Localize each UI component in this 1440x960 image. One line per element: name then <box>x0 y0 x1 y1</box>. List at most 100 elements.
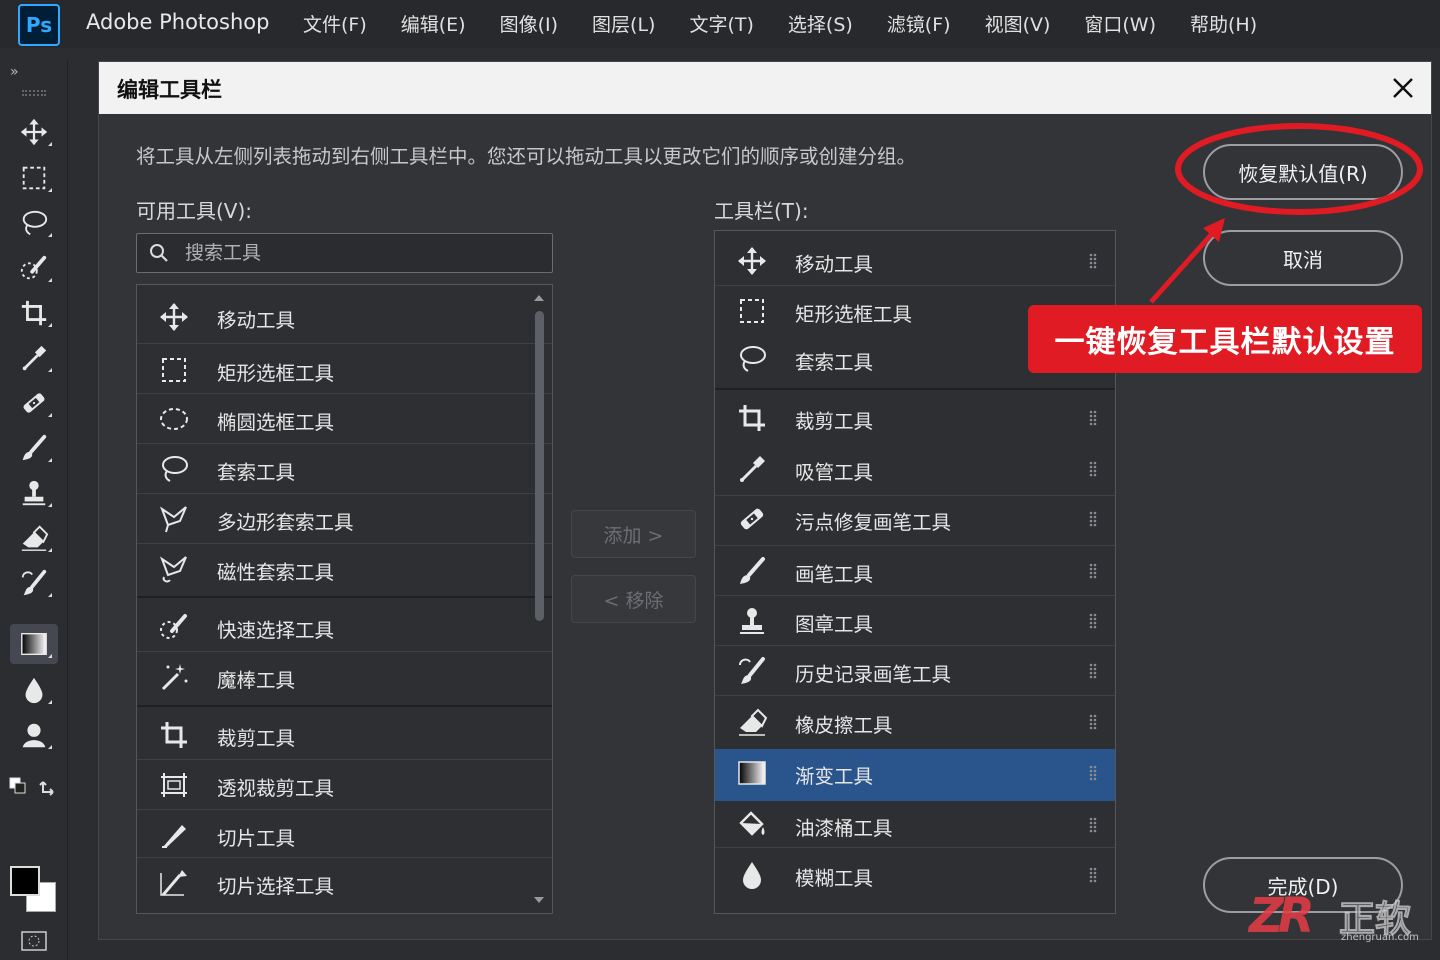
toolbar-tool-healing-brush-icon[interactable] <box>10 383 58 423</box>
ellipse-marquee-icon <box>157 402 191 436</box>
menu-file[interactable]: 文件(F) <box>303 10 367 37</box>
drag-handle-icon[interactable] <box>1089 817 1097 833</box>
add-button[interactable]: 添加 > <box>571 510 696 558</box>
tool-row[interactable]: 套索工具 <box>137 445 552 493</box>
menu-view[interactable]: 视图(V) <box>985 10 1051 37</box>
tool-label: 移动工具 <box>795 253 874 276</box>
tool-row[interactable]: 磁性套索工具 <box>137 545 552 593</box>
history-brush-icon <box>735 654 769 688</box>
tool-label: 吸管工具 <box>795 461 874 484</box>
tool-row[interactable]: 污点修复画笔工具 <box>715 495 1115 543</box>
quick-select-icon <box>20 255 47 280</box>
tool-row[interactable]: 切片工具 <box>137 811 552 859</box>
swap-colors-icon[interactable] <box>38 776 60 798</box>
tool-row[interactable]: 油漆桶工具 <box>715 801 1115 849</box>
menu-edit[interactable]: 编辑(E) <box>401 10 466 37</box>
tool-row[interactable]: 移动工具 <box>715 237 1115 285</box>
drag-handle-icon[interactable] <box>1089 714 1097 730</box>
tool-label: 图章工具 <box>795 613 874 636</box>
scrollbar[interactable] <box>532 293 546 908</box>
row-divider <box>137 393 552 394</box>
photoshop-logo: Ps <box>18 4 60 46</box>
row-divider <box>715 695 1115 696</box>
crop-icon <box>735 401 769 435</box>
toolbar-tool-stamp-icon[interactable] <box>10 473 58 513</box>
tool-row[interactable]: 裁剪工具 <box>715 394 1115 442</box>
available-tools-list[interactable]: 移动工具矩形选框工具 椭圆选框工具套索工具多边形套索工具磁性套索工具快速选择工具魔… <box>136 284 553 914</box>
tool-label: 磁性套索工具 <box>217 561 335 584</box>
menu-image[interactable]: 图像(I) <box>500 10 558 37</box>
scroll-down-arrow-icon[interactable] <box>534 897 544 903</box>
tool-label: 移动工具 <box>217 309 296 332</box>
search-field[interactable] <box>136 233 553 273</box>
tool-row[interactable]: 模糊工具 <box>715 851 1115 899</box>
tool-row[interactable]: 图章工具 <box>715 597 1115 645</box>
toolbar-tool-rect-marquee-icon[interactable] <box>10 158 58 198</box>
menu-filter[interactable]: 滤镜(F) <box>887 10 951 37</box>
tool-row[interactable]: 快速选择工具 <box>137 603 552 651</box>
toolbar-tool-history-brush-icon[interactable] <box>10 563 58 603</box>
toolbar-tool-lasso-icon[interactable] <box>10 203 58 243</box>
scrollbar-thumb[interactable] <box>535 311 544 621</box>
toolbar-tool-quick-select-icon[interactable] <box>10 248 58 288</box>
menu-type[interactable]: 文字(T) <box>689 10 753 37</box>
toolbar-tool-move-icon[interactable] <box>10 112 58 152</box>
toolbar-tool-crop-icon[interactable] <box>10 293 58 333</box>
drag-handle-icon[interactable] <box>1089 410 1097 426</box>
remove-button[interactable]: < 移除 <box>571 575 696 623</box>
tool-label: 模糊工具 <box>795 867 874 890</box>
tool-row[interactable]: 矩形选框工具 <box>137 346 552 394</box>
tool-row[interactable]: 画笔工具 <box>715 547 1115 595</box>
menu-window[interactable]: 窗口(W) <box>1084 10 1156 37</box>
toolbar-tool-dodge-icon[interactable] <box>10 715 58 755</box>
eraser-icon <box>21 525 49 551</box>
drag-handle-icon[interactable] <box>1089 511 1097 527</box>
dialog-description: 将工具从左侧列表拖动到右侧工具栏中。您还可以拖动工具以更改它们的顺序或创建分组。 <box>136 145 917 168</box>
tool-row[interactable]: 历史记录画笔工具 <box>715 647 1115 695</box>
drag-handle-icon[interactable] <box>1089 461 1097 477</box>
close-icon[interactable] <box>1389 74 1417 102</box>
tool-row[interactable]: 裁剪工具 <box>137 711 552 759</box>
tool-row[interactable]: 渐变工具 <box>715 749 1115 801</box>
tool-row[interactable]: 移动工具 <box>137 293 552 341</box>
default-colors-icon[interactable] <box>8 776 30 798</box>
toolbar-tool-brush-icon[interactable] <box>10 428 58 468</box>
drag-handle-icon[interactable] <box>1089 613 1097 629</box>
tool-row[interactable]: 切片选择工具 <box>137 859 552 907</box>
toolbar-tool-gradient-icon[interactable] <box>10 624 58 664</box>
toolbar-tool-eraser-icon[interactable] <box>10 518 58 558</box>
tool-row[interactable]: 橡皮擦工具 <box>715 698 1115 746</box>
drag-handle-icon[interactable] <box>1089 563 1097 579</box>
tool-row[interactable]: 椭圆选框工具 <box>137 395 552 443</box>
annotation-ellipse <box>1175 123 1423 215</box>
move-icon <box>157 300 191 334</box>
tool-row[interactable]: 魔棒工具 <box>137 653 552 701</box>
quick-mask-icon[interactable] <box>20 930 48 952</box>
blur-icon <box>735 858 769 892</box>
tool-label: 套索工具 <box>217 461 296 484</box>
panel-grip[interactable] <box>22 90 46 96</box>
tool-row[interactable]: 吸管工具 <box>715 445 1115 493</box>
drag-handle-icon[interactable] <box>1089 253 1097 269</box>
tool-row[interactable]: 多边形套索工具 <box>137 495 552 543</box>
search-input[interactable] <box>185 240 535 266</box>
annotation-banner: 一键恢复工具栏默认设置 <box>1028 305 1422 373</box>
drag-handle-icon[interactable] <box>1089 867 1097 883</box>
row-divider <box>715 847 1115 848</box>
app-name[interactable]: Adobe Photoshop <box>86 10 269 34</box>
toolbar-tool-eyedropper-icon[interactable] <box>10 338 58 378</box>
dialog-header: 编辑工具栏 <box>99 62 1431 114</box>
available-tools-label: 可用工具(V): <box>136 199 253 223</box>
toolbar-tool-blur-icon[interactable] <box>10 670 58 710</box>
menu-help[interactable]: 帮助(H) <box>1190 10 1257 37</box>
menu-layer[interactable]: 图层(L) <box>592 10 655 37</box>
collapse-panel-button[interactable]: » <box>10 64 19 80</box>
drag-handle-icon[interactable] <box>1089 663 1097 679</box>
drag-handle-icon[interactable] <box>1089 765 1097 781</box>
tool-row[interactable]: 透视裁剪工具 <box>137 761 552 809</box>
foreground-color-swatch[interactable] <box>10 866 40 896</box>
lasso-icon <box>22 210 48 236</box>
menu-select[interactable]: 选择(S) <box>788 10 853 37</box>
scroll-up-arrow-icon[interactable] <box>534 295 544 301</box>
toolbar-label: 工具栏(T): <box>714 199 809 223</box>
